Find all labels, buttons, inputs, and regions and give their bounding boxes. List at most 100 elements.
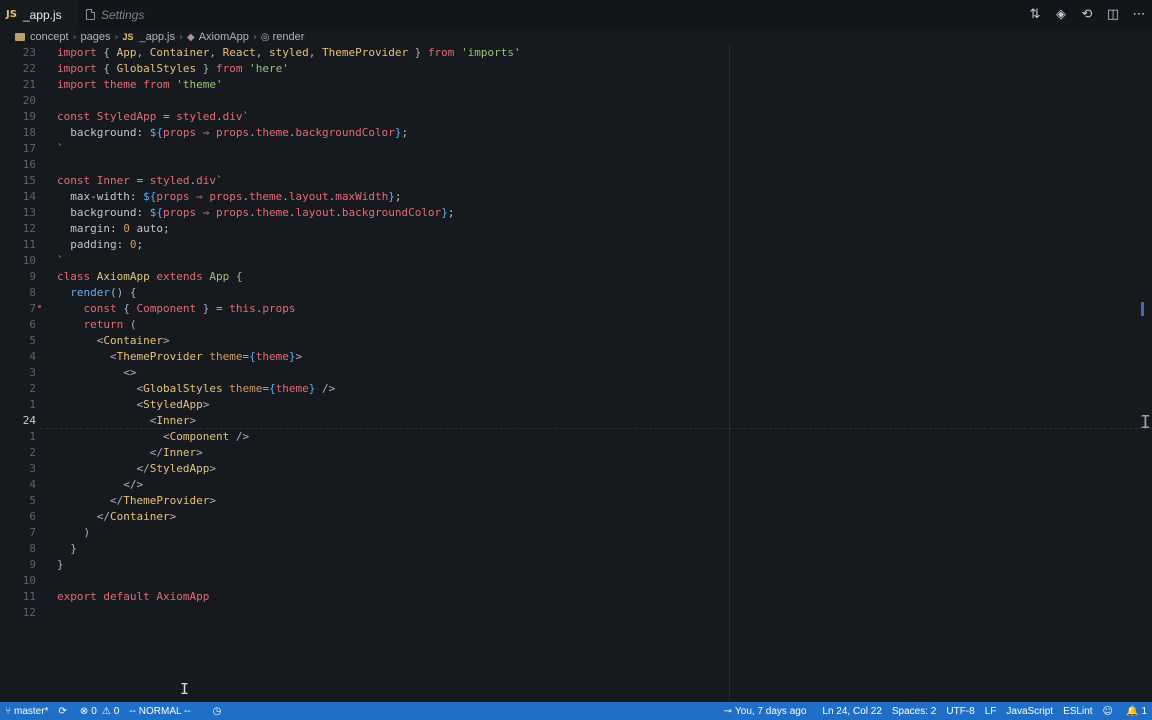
notifications-button[interactable]: 🔔 1 bbox=[1121, 702, 1152, 720]
line-number: 5 bbox=[29, 494, 36, 507]
code-token: ⇒ bbox=[196, 190, 210, 203]
code-line[interactable]: 23 import { App, Container, React, styled… bbox=[0, 45, 1152, 61]
code-line[interactable]: 4 <ThemeProvider theme={theme}> bbox=[0, 349, 1152, 365]
code-line[interactable]: 21 import theme from 'theme' bbox=[0, 77, 1152, 93]
cursor-position[interactable]: Ln 24, Col 22 bbox=[817, 702, 887, 720]
code-line[interactable]: 15 const Inner = styled.div` bbox=[0, 173, 1152, 189]
code-line[interactable]: 2 <GlobalStyles theme={theme} /> bbox=[0, 381, 1152, 397]
branch-indicator[interactable]: ⑂ master* bbox=[0, 702, 53, 720]
code-line[interactable]: 3 </StyledApp> bbox=[0, 461, 1152, 477]
code-token: ` bbox=[242, 110, 250, 123]
code-line[interactable]: 7 ) bbox=[0, 525, 1152, 541]
code-line[interactable]: 20 bbox=[0, 93, 1152, 109]
end-of-line[interactable]: LF bbox=[980, 702, 1002, 720]
code-line[interactable]: 8 } bbox=[0, 541, 1152, 557]
code-line[interactable]: 22 import { GlobalStyles } from 'here' bbox=[0, 61, 1152, 77]
code-line[interactable]: 2 </Inner> bbox=[0, 445, 1152, 461]
code-text: class AxiomApp extends App { bbox=[57, 269, 242, 285]
code-line[interactable]: 9} bbox=[0, 557, 1152, 573]
more-actions-icon[interactable]: ⋯ bbox=[1126, 0, 1152, 29]
code-token: = bbox=[262, 382, 269, 395]
code-token: ( bbox=[129, 318, 137, 331]
problems-indicator[interactable]: ⊗ 0 ⚠ 0 bbox=[75, 702, 124, 720]
code-line[interactable]: 9 class AxiomApp extends App { bbox=[0, 269, 1152, 285]
line-number: 9 bbox=[29, 558, 36, 571]
editor-actions: ⇅ ◈ ⟲ ◫ ⋯ bbox=[1022, 0, 1152, 29]
tab-settings[interactable]: Settings bbox=[78, 0, 190, 29]
breadcrumb-item[interactable]: concept bbox=[30, 31, 69, 43]
tab-label: _app.js bbox=[22, 7, 62, 22]
breadcrumb-item[interactable]: AxiomApp bbox=[199, 31, 249, 43]
line-number: 5 bbox=[29, 334, 36, 347]
code-line[interactable]: 4 </> bbox=[0, 477, 1152, 493]
code-line[interactable]: 10 ` bbox=[0, 253, 1152, 269]
code-line[interactable]: 6 </Container> bbox=[0, 509, 1152, 525]
code-token: background: bbox=[57, 126, 150, 139]
tab-app-js[interactable]: JS _app.js bbox=[0, 0, 78, 30]
code-token: theme bbox=[255, 206, 289, 219]
indentation[interactable]: Spaces: 2 bbox=[887, 702, 941, 720]
document-icon bbox=[86, 9, 95, 20]
code-token: . bbox=[249, 206, 256, 219]
preview-icon[interactable]: ⟲ bbox=[1074, 0, 1100, 29]
line-number: 8 bbox=[29, 286, 36, 299]
git-blame[interactable]: ⊸ You, 7 days ago bbox=[719, 702, 812, 720]
clock-icon: ◷ bbox=[212, 705, 222, 717]
code-text: </Inner> bbox=[57, 445, 203, 461]
code-token: StyledApp bbox=[96, 110, 163, 123]
code-line[interactable]: 24 <Inner> bbox=[0, 413, 1152, 429]
chevron-right-icon: › bbox=[114, 31, 119, 43]
linter-status[interactable]: ESLint bbox=[1058, 702, 1097, 720]
code-line[interactable]: 7 const { Component } = this.props bbox=[0, 301, 1152, 317]
breadcrumb-item[interactable]: _app.js bbox=[140, 31, 175, 43]
split-editor-icon[interactable]: ◫ bbox=[1100, 0, 1126, 29]
code-line[interactable]: 14 max-width: ${props ⇒ props.theme.layo… bbox=[0, 189, 1152, 205]
code-editor[interactable]: 23 import { App, Container, React, styled… bbox=[0, 45, 1152, 701]
code-token: } bbox=[57, 558, 64, 571]
code-line[interactable]: 12 bbox=[0, 605, 1152, 621]
code-token: > bbox=[209, 462, 216, 475]
sync-button[interactable]: ⟳ bbox=[53, 702, 74, 720]
chevron-right-icon: › bbox=[72, 31, 77, 43]
code-line[interactable]: 5 </ThemeProvider> bbox=[0, 493, 1152, 509]
code-token: from bbox=[143, 78, 177, 91]
breadcrumb-item[interactable]: render bbox=[273, 31, 305, 43]
feedback-button[interactable]: ☺ bbox=[1098, 702, 1121, 720]
time-tracker[interactable]: ◷ bbox=[208, 702, 230, 720]
encoding[interactable]: UTF-8 bbox=[941, 702, 979, 720]
code-line[interactable]: 19 const StyledApp = styled.div` bbox=[0, 109, 1152, 125]
git-compare-icon[interactable]: ⇅ bbox=[1022, 0, 1048, 29]
code-line[interactable]: 11 padding: 0; bbox=[0, 237, 1152, 253]
code-line[interactable]: 16 bbox=[0, 157, 1152, 173]
language-mode[interactable]: JavaScript bbox=[1001, 702, 1058, 720]
code-line[interactable]: 6 return ( bbox=[0, 317, 1152, 333]
breadcrumb-item[interactable]: pages bbox=[81, 31, 111, 43]
code-token: theme bbox=[249, 190, 283, 203]
code-token: , bbox=[308, 46, 322, 59]
code-line[interactable]: 1 <StyledApp> bbox=[0, 397, 1152, 413]
code-token: 'theme' bbox=[176, 78, 223, 91]
code-text: <Component /> bbox=[57, 429, 249, 445]
code-line[interactable]: 18 background: ${props ⇒ props.theme.bac… bbox=[0, 125, 1152, 141]
code-line[interactable]: 17 ` bbox=[0, 141, 1152, 157]
code-token: React bbox=[222, 46, 256, 59]
code-line[interactable]: 13 background: ${props ⇒ props.theme.lay… bbox=[0, 205, 1152, 221]
code-token: GlobalStyles bbox=[116, 62, 197, 75]
code-line[interactable]: 11 export default AxiomApp bbox=[0, 589, 1152, 605]
code-line[interactable]: 1 <Component /> bbox=[0, 429, 1152, 445]
scrollbar-marker[interactable] bbox=[1141, 302, 1144, 316]
code-line[interactable]: 3 <> bbox=[0, 365, 1152, 381]
code-line[interactable]: 8 render() { bbox=[0, 285, 1152, 301]
code-line[interactable]: 12 margin: 0 auto; bbox=[0, 221, 1152, 237]
code-line[interactable]: 5 <Container> bbox=[0, 333, 1152, 349]
go-to-file-icon[interactable]: ◈ bbox=[1048, 0, 1074, 29]
code-text: import { App, Container, React, styled, … bbox=[57, 45, 521, 61]
code-token: props bbox=[215, 126, 250, 139]
code-line[interactable]: 10 bbox=[0, 573, 1152, 589]
